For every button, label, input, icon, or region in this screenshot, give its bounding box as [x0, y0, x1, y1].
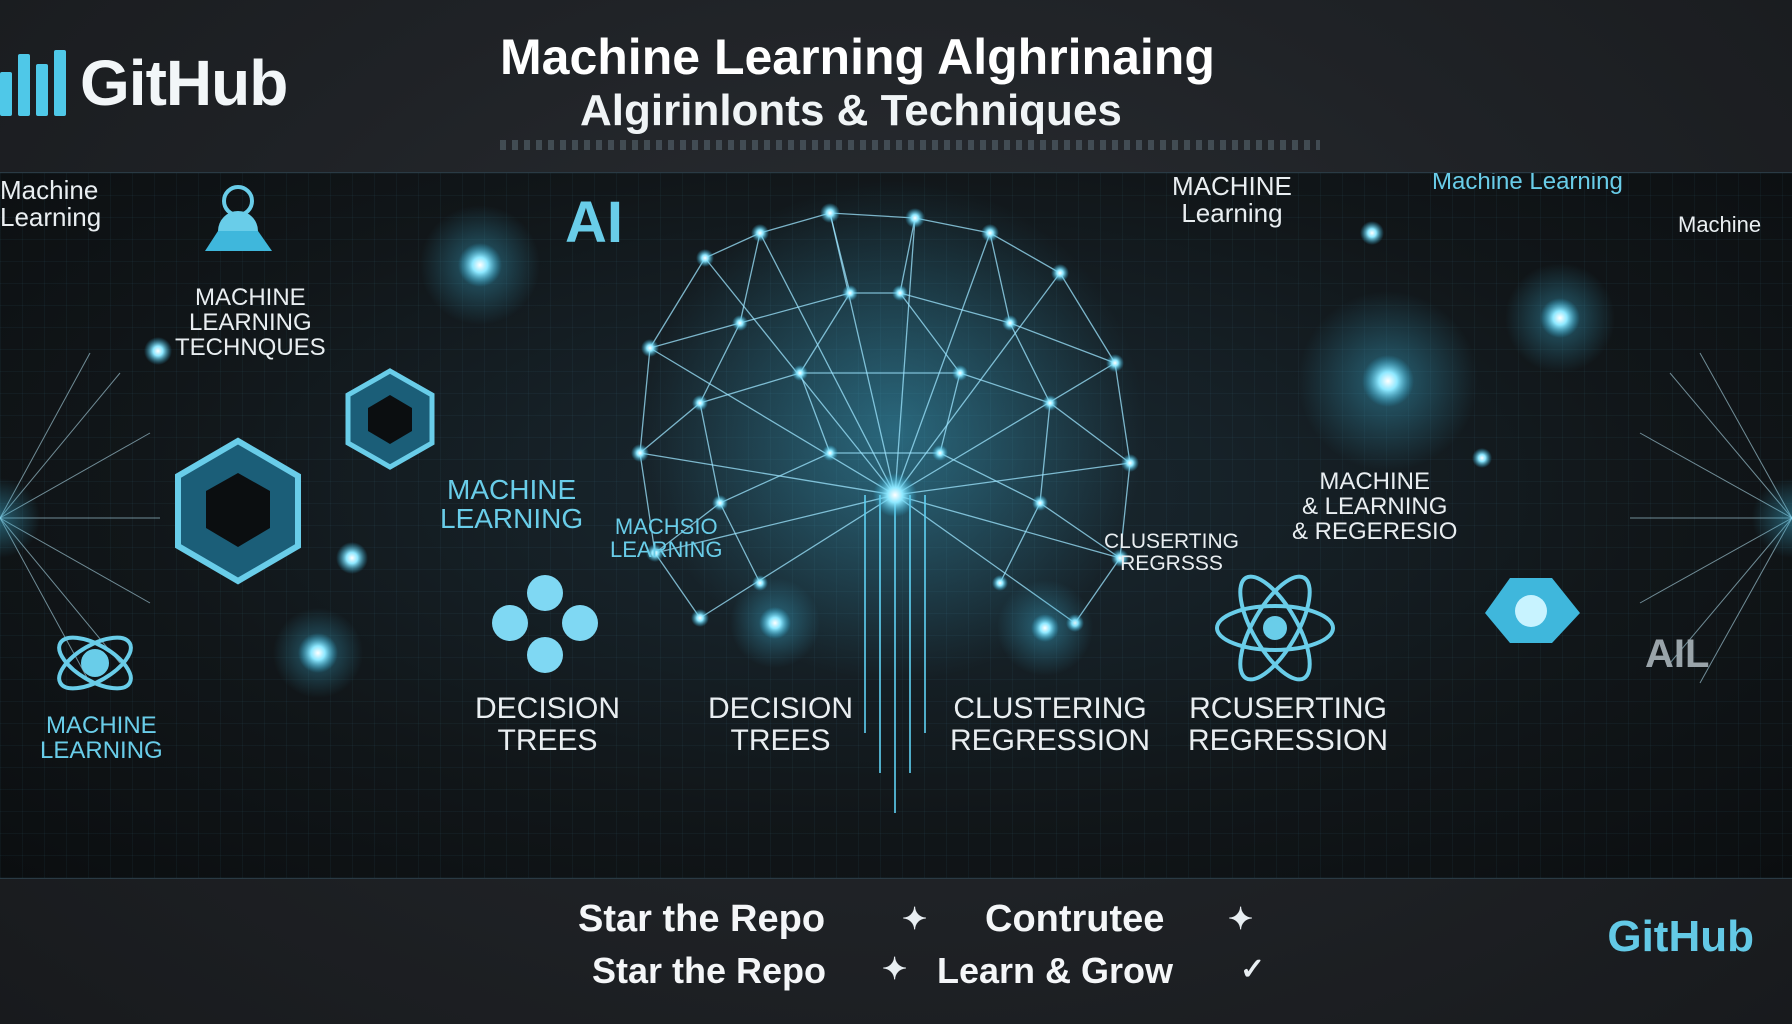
footer-line-1-left: Star the Repo [578, 898, 826, 940]
label-clustering-regression: CLUSTERING REGRESSION [950, 692, 1151, 757]
footer-line-1-right: Contrutee [985, 898, 1165, 940]
github-logo: GitHub [0, 46, 288, 120]
label-ail: AIL [1645, 632, 1710, 676]
label-machine-learning-mid: MACHINE LEARNING [440, 474, 584, 535]
star-icon-3: ✦ [882, 953, 908, 986]
label-machine-far-right: Machine [1678, 212, 1762, 237]
title-line-2: Algirinlonts & Techniques [580, 86, 1122, 135]
label-ai: AI [565, 190, 623, 255]
ml-robot-icon [205, 185, 272, 251]
logo-text: GitHub [80, 47, 288, 119]
label-machine-learning-right: Machine Learning [1432, 172, 1623, 195]
github-logo-bottom-right: GitHub [1607, 912, 1754, 961]
check-icon: ✓ [1240, 953, 1266, 986]
logo-bars-icon [0, 50, 66, 116]
title-line-1: Machine Learning Alghrinaing [500, 29, 1215, 85]
label-machsio-learning: MACHSIO LEARNING [610, 514, 723, 563]
label-machine-learning-tl: Machine Learning [0, 175, 102, 233]
loop-icon [57, 635, 133, 691]
page-title: Machine Learning Alghrinaing Algirinlont… [500, 28, 1360, 136]
star-icon: ✦ [902, 903, 928, 936]
label-rcuserting-regression: RCUSERTING REGRESSION [1188, 692, 1389, 757]
ml-banner: Machine Learning MACHINE LEARNING TECHNQ… [0, 172, 1792, 879]
star-icon-2: ✦ [1228, 903, 1254, 936]
label-machine-learning-regression: MACHINE & LEARNING & REGERESIO [1292, 468, 1458, 546]
label-decision-trees-2: DECISION TREES [708, 692, 854, 757]
label-ml-techniques: MACHINE LEARNING TECHNQUES [175, 284, 326, 362]
atom-icon [1215, 574, 1335, 682]
decision-tree-icon [492, 575, 598, 673]
label-decision-trees-1: DECISION TREES [475, 692, 621, 757]
label-clusterting-regrsss: CLUSERTING REGRSSS [1104, 530, 1239, 576]
label-machine-learning-tr: MACHINE Learning [1172, 172, 1292, 229]
footer-line-2-right: Learn & Grow [937, 950, 1174, 991]
banner-graphics [0, 181, 1792, 813]
title-decoration [500, 140, 1320, 150]
label-machine-learning-bl: MACHINE LEARNING [40, 712, 163, 765]
ml-robot-right-icon [1485, 578, 1580, 643]
footer-line-2-left: Star the Repo [592, 950, 827, 991]
